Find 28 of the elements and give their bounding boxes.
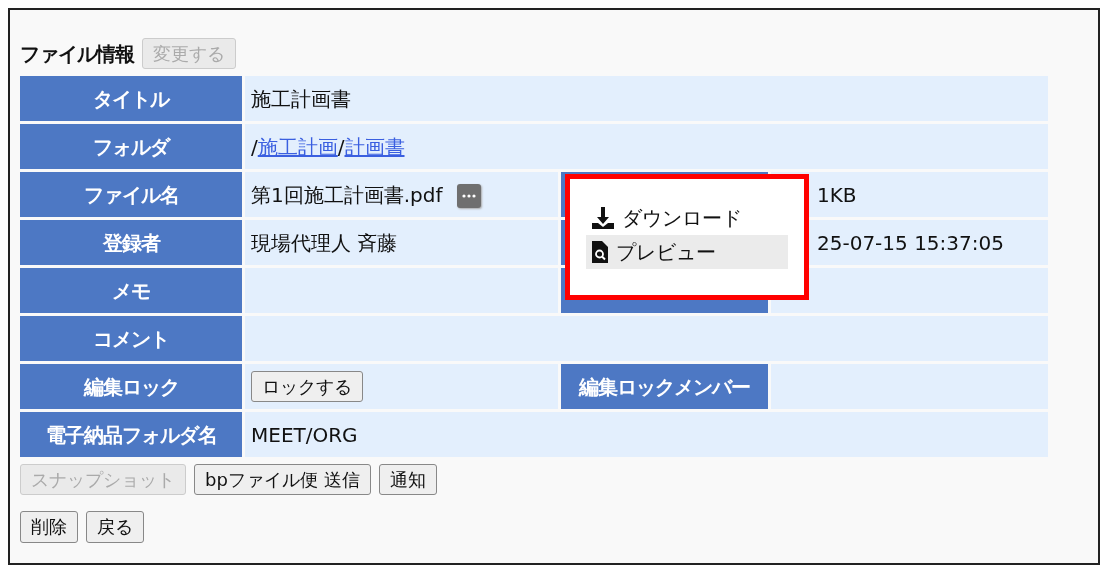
field-label: コメント [20, 316, 242, 362]
field-label: 編集ロック [20, 364, 242, 410]
more-icon [461, 194, 476, 199]
folder-link[interactable]: 計画書 [344, 134, 405, 159]
download-icon [590, 205, 616, 231]
file-name: 第1回施工計画書.pdf [251, 182, 443, 207]
folder-link[interactable]: 施工計画 [257, 134, 338, 159]
menu-item[interactable]: プレビュー [586, 235, 788, 269]
field-label: フォルダ [20, 124, 242, 170]
file-search-icon [590, 240, 610, 264]
lock-button[interactable]: ロックする [251, 371, 363, 403]
field-value: 現場代理人 斉藤 [245, 220, 558, 266]
action-button[interactable]: bpファイル便 送信 [194, 464, 371, 496]
action-button[interactable]: 戻る [86, 511, 144, 543]
field-label: 登録者 [20, 220, 242, 266]
field-value: MEET/ORG [245, 412, 1048, 458]
field-label: タイトル [20, 76, 242, 122]
field-label: 編集ロックメンバー [561, 364, 768, 410]
path-separator: / [251, 134, 258, 159]
field-value: 施工計画書 [245, 76, 1048, 122]
field-label: ファイル名 [20, 172, 242, 218]
action-button[interactable]: 通知 [378, 464, 437, 496]
path-separator: / [337, 134, 345, 159]
more-button[interactable] [456, 184, 481, 209]
section-title: ファイル情報 [20, 40, 134, 68]
action-button[interactable]: 削除 [20, 511, 78, 543]
field-label: メモ [20, 268, 242, 314]
field-label: 電子納品フォルダ名 [20, 412, 242, 458]
